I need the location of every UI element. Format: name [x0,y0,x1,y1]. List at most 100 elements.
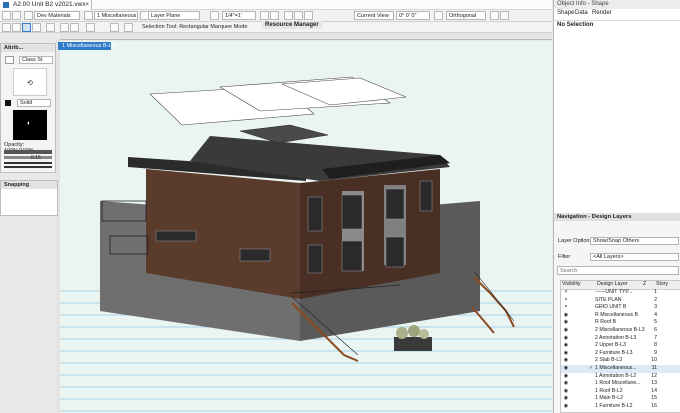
visibility-icon[interactable]: ◉ [563,357,569,365]
layer-dropdown[interactable]: 1 Miscellaneous B-L2 [94,11,138,20]
layer-row[interactable]: ◉ ✓ 1 Miscellaneous... 11 [561,365,680,373]
visibility-icon[interactable]: ◉ [563,335,569,343]
layer-row[interactable]: ◉ R Roof B 5 [561,319,680,327]
layer-row[interactable]: ◉ 2 Slab B-L3 10 [561,357,680,365]
filter-dropdown[interactable]: <All Layers> [590,253,679,261]
object-info-title[interactable]: Object Info - Shape [554,0,680,9]
rotation-dropdown[interactable]: 0° 0' 0" [396,11,430,20]
object-info-palette: Object Info - Shape Shape Data Render No… [553,0,680,213]
rectangular-marquee-icon[interactable] [22,23,31,32]
layer-row[interactable]: ◉ 1 Roof Miscellane... 13 [561,380,680,388]
lock-objects-icon[interactable] [86,23,95,32]
single-object-icon[interactable] [110,23,119,32]
close-tab-icon[interactable]: × [85,0,89,10]
layer-row[interactable]: ◉ 2 Upper B-L3 8 [561,342,680,350]
layer-name: 2 Upper B-L3 [595,342,626,349]
scale-dropdown[interactable]: 1/4"=1' [222,11,256,20]
attributes-title[interactable]: Attrib... [1,44,55,52]
pen-color-icon[interactable] [5,100,11,106]
camera-icon[interactable] [500,11,509,20]
polygon-marquee-icon[interactable] [32,23,41,32]
snapping-title[interactable]: Snapping [1,181,57,189]
standard-views-icon[interactable] [304,11,313,20]
document-tab[interactable]: A2.00 Unit B2 v2021.vwx × [0,0,92,10]
tab-shape[interactable]: Shape [557,10,574,16]
transform-icon[interactable] [60,23,69,32]
visibility-icon[interactable]: × [563,304,569,312]
disable-resize-icon[interactable] [70,23,79,32]
lineweight-value[interactable]: 0.15 [31,155,41,161]
layer-row[interactable]: × ------UNIT TYP... 1 [561,289,680,297]
selection-mode-icon[interactable] [2,23,11,32]
column-visibility[interactable]: Visibility [562,281,581,289]
column-z[interactable]: Z [643,281,646,289]
layer-row[interactable]: ◉ 1 Roof B-L2 14 [561,388,680,396]
layer-name: GRID UNIT B [595,304,627,311]
column-design-layer[interactable]: Design Layer [597,281,628,289]
search-input[interactable] [557,266,679,275]
projection-dropdown[interactable]: Orthogonal [446,11,486,20]
layer-row[interactable]: × GRID UNIT B 3 [561,304,680,312]
layer-row[interactable]: ◉ 1 Furniture B-L2 16 [561,403,680,411]
line-style-bar[interactable] [4,162,52,164]
visibility-icon[interactable]: ◉ [563,312,569,320]
lineweight-bar[interactable] [4,156,52,159]
redo-icon[interactable] [12,11,21,20]
navigation-title[interactable]: Navigation - Design Layers [554,213,680,221]
visibility-icon[interactable]: ◉ [563,403,569,411]
preferences-icon[interactable] [124,23,133,32]
layer-row[interactable]: ◉ 2 Miscellaneous B-L3 6 [561,327,680,335]
active-layer-tab[interactable]: 1 Miscellaneous B-L2 [58,42,115,50]
layer-row[interactable]: ◉ R Miscellaneous B 4 [561,312,680,320]
visibility-icon[interactable]: ◉ [563,342,569,350]
document-tab-label: A2.00 Unit B2 v2021.vwx [13,1,86,8]
visibility-icon[interactable]: ◉ [563,350,569,358]
move-mode-icon[interactable] [12,23,21,32]
rotate-icon[interactable] [434,11,443,20]
visibility-icon[interactable]: ◉ [563,395,569,403]
lighting-icon[interactable] [490,11,499,20]
marker-bar[interactable] [4,166,52,168]
fill-style-dropdown[interactable]: Class St [19,56,53,64]
visibility-icon[interactable]: ◉ [563,380,569,388]
layer-row[interactable]: ◉ 1 Main B-L2 15 [561,395,680,403]
drawing-canvas[interactable] [60,41,552,413]
layer-icon[interactable] [84,11,93,20]
walkthrough-icon[interactable] [294,11,303,20]
layer-row[interactable]: ◉ 1 Annotation B-L2 12 [561,373,680,381]
resource-manager-title[interactable]: Resource Manager [262,21,322,29]
plane-dropdown[interactable]: Layer Plane [148,11,200,20]
layer-number: 11 [651,365,657,371]
layer-name: 2 Slab B-L3 [595,357,623,364]
visibility-icon[interactable]: ◉ [563,327,569,335]
tab-data[interactable]: Data [575,10,588,16]
design-layer-table: Visibility Design Layer Z Story × ------U… [560,280,680,413]
flyover-icon[interactable] [284,11,293,20]
visibility-icon[interactable]: ◉ [563,319,569,327]
lasso-icon[interactable] [46,23,55,32]
visibility-icon[interactable]: ◉ [563,388,569,396]
zoom-icon[interactable] [260,11,269,20]
layer-number: 16 [651,403,657,409]
class-icon[interactable] [24,11,33,20]
layer-row[interactable]: ◉ 2 Annotation B-L3 7 [561,335,680,343]
visibility-icon[interactable]: ◉ [563,373,569,381]
view-dropdown[interactable]: Current View [354,11,394,20]
render-icon[interactable] [210,11,219,20]
layer-name: 2 Furniture B-L3 [595,349,633,356]
layer-row[interactable]: ◉ 2 Furniture B-L3 9 [561,350,680,358]
visibility-icon[interactable]: × [563,297,569,305]
tab-render[interactable]: Render [592,10,612,16]
layer-row[interactable]: × SITE PLAN 2 [561,297,680,305]
layer-options-dropdown[interactable]: Show/Snap Others [590,237,679,245]
pen-style-dropdown[interactable]: Solid [17,99,51,107]
fill-swatch-icon[interactable] [5,56,14,64]
class-dropdown[interactable]: Dev Materials [34,11,80,20]
undo-icon[interactable] [2,11,11,20]
opacity-slider[interactable] [4,150,52,154]
zoom-fit-icon[interactable] [270,11,279,20]
visibility-icon[interactable]: ◉ [563,365,569,373]
column-story[interactable]: Story [656,281,668,289]
fill-preview-icon: ⟲ [27,80,33,87]
visibility-icon[interactable]: × [563,289,569,297]
